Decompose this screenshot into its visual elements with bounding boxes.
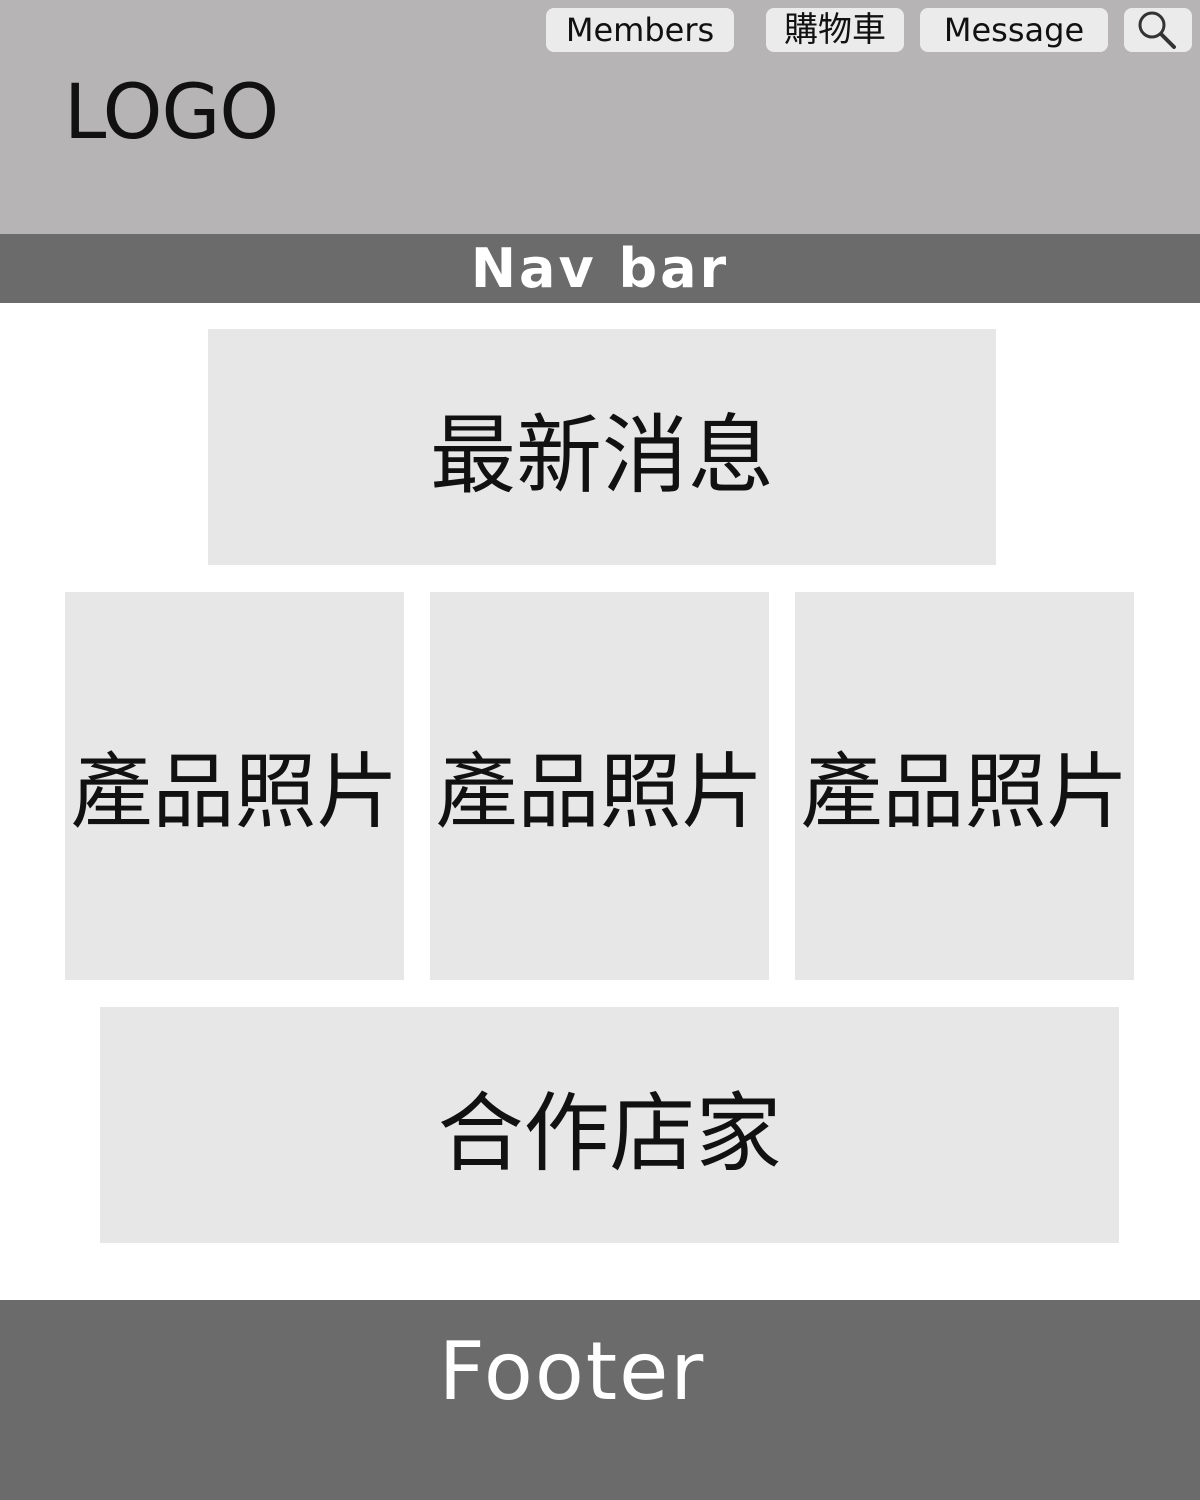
product-photo-2[interactable]: 產品照片: [430, 592, 769, 980]
product-photo-3[interactable]: 產品照片: [795, 592, 1134, 980]
partner-stores-label: 合作店家: [437, 1083, 782, 1184]
footer-label: Footer: [438, 1325, 706, 1418]
page: LOGO Members 購物車 Message Nav bar 最新消息 產品…: [0, 0, 1200, 1500]
logo[interactable]: LOGO: [64, 68, 279, 156]
nav-bar[interactable]: Nav bar: [0, 234, 1200, 303]
latest-news-box[interactable]: 最新消息: [208, 329, 996, 565]
cart-button[interactable]: 購物車: [766, 8, 904, 52]
search-button[interactable]: [1124, 8, 1192, 52]
header: LOGO Members 購物車 Message: [0, 0, 1200, 234]
members-button[interactable]: Members: [546, 8, 734, 52]
message-button[interactable]: Message: [920, 8, 1108, 52]
nav-bar-label: Nav bar: [470, 237, 730, 300]
latest-news-label: 最新消息: [430, 405, 774, 506]
search-icon: [1138, 11, 1176, 49]
product-photo-label: 產品照片: [70, 744, 399, 840]
product-photo-label: 產品照片: [800, 744, 1129, 840]
footer: Footer: [0, 1300, 1200, 1500]
product-photo-1[interactable]: 產品照片: [65, 592, 404, 980]
partner-stores-box[interactable]: 合作店家: [100, 1007, 1119, 1243]
product-photo-label: 產品照片: [435, 744, 764, 840]
